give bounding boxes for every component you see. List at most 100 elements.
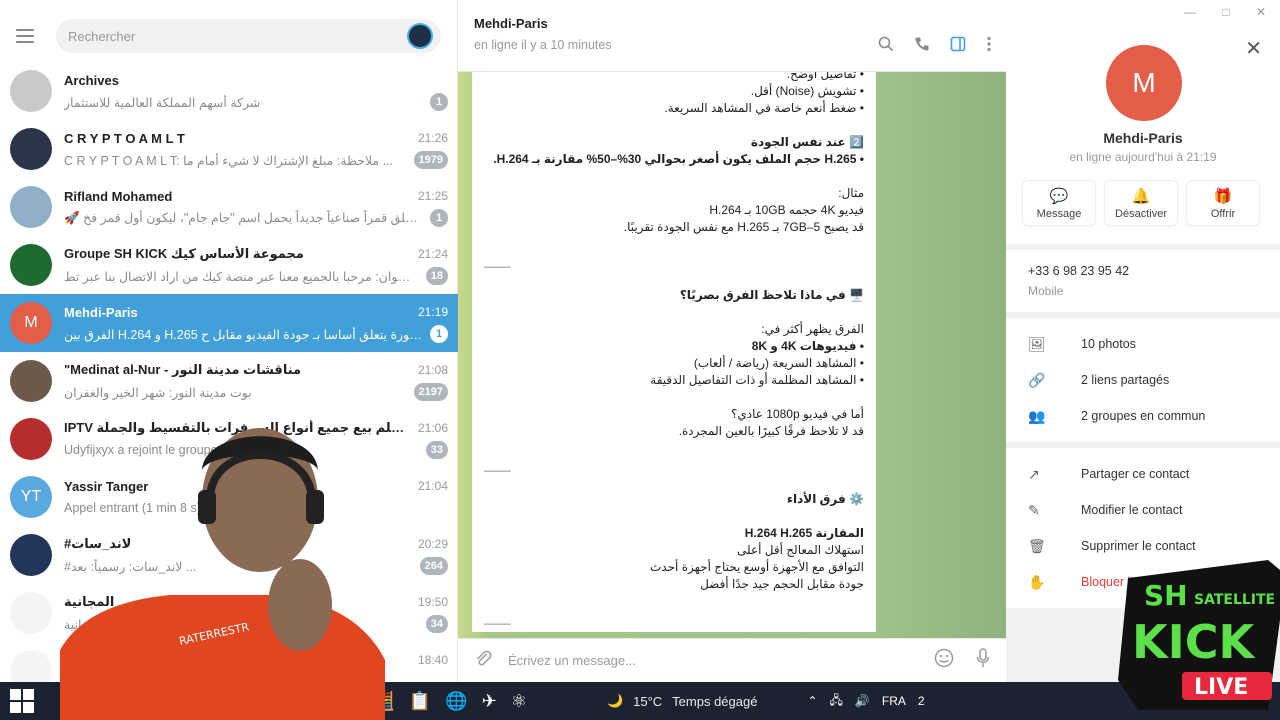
message-line: أما في فيديو 1080p عادي؟	[731, 407, 864, 421]
close-icon[interactable]: ✕	[1245, 36, 1262, 61]
app-icon-2[interactable]: 📋	[409, 691, 431, 712]
chat-preview: رضوان: مرحبا بالجميع معنا عبر منصة كيك م…	[64, 269, 420, 284]
more-options-icon[interactable]	[986, 36, 992, 57]
windows-start-icon[interactable]	[10, 689, 34, 713]
emoji-icon[interactable]	[934, 648, 954, 673]
message-line: الفرق يظهر أكثر في:	[761, 322, 864, 336]
message-input[interactable]	[508, 653, 934, 668]
profile-row[interactable]: ↗ Partager ce contact	[1006, 456, 1280, 492]
profile-action-dsactiver[interactable]: 🔔 Désactiver	[1104, 180, 1178, 226]
search-input[interactable]	[68, 28, 407, 44]
chat-preview: بوت مدينة النور: شهر الخير والغفران	[64, 385, 252, 400]
chat-top: Mehdi-Paris 21:19	[64, 301, 448, 323]
chrome-icon[interactable]: 🌐	[445, 691, 467, 712]
chat-item[interactable]: IPTV نعلم وتتعلم بيع جميع أنواع السرفرات…	[0, 410, 458, 468]
attach-icon[interactable]	[474, 649, 492, 672]
obs-icon[interactable]: ⏺	[283, 691, 292, 712]
chat-item[interactable]: Groupe SH KICK مجموعة الأساس كيك 21:24 ر…	[0, 236, 458, 294]
row-label: Partager ce contact	[1081, 467, 1190, 481]
chat-item[interactable]: M Mehdi-Paris 21:19 الفرق بين H.264 و H.…	[0, 294, 458, 352]
phone-icon[interactable]	[914, 36, 930, 57]
row-label: Supprimer le contact	[1081, 539, 1196, 553]
temperature: 15°C	[633, 693, 663, 709]
chat-bottom: C R Y P T O A M L T: ملاحظة: مبلغ الإشتر…	[64, 149, 448, 171]
message-line: • المشاهد المظلمة أو ذات التفاصيل الدقيق…	[650, 373, 864, 387]
app-icon-3[interactable]: ⚛	[511, 691, 527, 712]
profile-row[interactable]: ✎ Modifier le contact	[1006, 492, 1280, 528]
chat-top: #لاند_سات 20:29	[64, 533, 448, 555]
volume-icon[interactable]: 🔊	[855, 694, 870, 708]
telegram-icon[interactable]: ✈	[482, 691, 497, 712]
chat-avatar	[10, 360, 52, 402]
chat-avatar	[10, 128, 52, 170]
chat-item[interactable]: المجانية 19:50 سيرفرات المجانية 34	[0, 584, 458, 642]
message-line: 2️⃣ عند نفس الجودة	[750, 135, 864, 149]
header-actions	[878, 36, 992, 57]
chat-item[interactable]: Archives شركة أسهم المملكة العالمية للاس…	[0, 62, 458, 120]
weather-text: Temps dégagé	[672, 693, 758, 709]
chat-list: Archives شركة أسهم المملكة العالمية للاس…	[0, 62, 458, 700]
calculator-icon[interactable]: 🧮	[372, 691, 394, 712]
weather-widget[interactable]: 🌙 15°C Temps dégagé	[607, 693, 758, 709]
row-icon: 🖼	[1028, 335, 1046, 352]
camera-icon[interactable]: ◉	[306, 691, 322, 712]
profile-row[interactable]: 🔗 2 liens partagés	[1006, 362, 1280, 398]
profile-row[interactable]: 👥 2 groupes en commun	[1006, 398, 1280, 434]
chat-bottom: سيرفرات المجانية 34	[64, 613, 448, 635]
chat-preview: #لاند_سات: رسمياً: بعد ...	[64, 559, 197, 574]
chat-top: Groupe SH KICK مجموعة الأساس كيك 21:24	[64, 243, 448, 265]
row-icon: 👥	[1028, 407, 1046, 424]
action-icon: 🔔	[1131, 187, 1151, 205]
chat-avatar	[10, 244, 52, 286]
microphone-icon[interactable]	[976, 648, 990, 673]
message-separator: ____	[484, 254, 511, 268]
minimize-button[interactable]: —	[1184, 5, 1196, 19]
action-label: Message	[1036, 207, 1082, 220]
chat-bottom: بوت مدينة النور: شهر الخير والغفران 2197	[64, 381, 448, 403]
chat-name: المجانية	[64, 594, 115, 609]
chat-item[interactable]: YT Yassir Tanger 21:04 Appel entrant (1 …	[0, 468, 458, 526]
action-label: Désactiver	[1115, 207, 1167, 220]
file-explorer-icon[interactable]: 🗂	[246, 691, 269, 712]
profile-avatar[interactable]: M	[1106, 45, 1182, 121]
row-label: Bloquer l'ut	[1081, 575, 1144, 589]
profile-row[interactable]: 🖼 10 photos	[1006, 326, 1280, 362]
profile-actions: 💬 Message 🔔 Désactiver 🎁 Offrir	[1022, 180, 1260, 226]
chat-bottom: شركة أسهم المملكة العالمية للاستثمار 1	[64, 91, 448, 113]
chat-name: Archives	[64, 72, 119, 88]
chat-avatar: YT	[10, 476, 52, 518]
language-indicator[interactable]: FRA	[882, 694, 906, 708]
phone-block[interactable]: +33 6 98 23 95 42 Mobile	[1006, 258, 1280, 304]
close-window-button[interactable]: ✕	[1256, 5, 1266, 19]
chat-preview: Appel entrant (1 min 8 s)	[64, 501, 201, 515]
chat-avatar	[10, 70, 52, 112]
search-icon[interactable]	[878, 36, 894, 57]
maximize-button[interactable]: □	[1222, 5, 1229, 19]
chat-item[interactable]: Rifland Mohamed 21:25 🚀 إيران تُطلق قمرا…	[0, 178, 458, 236]
chat-bottom: Udyfijxyx a rejoint le groupe 33	[64, 439, 448, 461]
chevron-up-icon[interactable]: ⌃	[807, 694, 817, 708]
message-separator: ____	[484, 458, 511, 472]
sidebar-toggle-icon[interactable]	[950, 36, 966, 57]
unread-badge: 1	[430, 209, 448, 227]
message-line: • المشاهد السريعة (رياضة / ألعاب)	[693, 356, 864, 370]
chat-preview: 🚀 إيران تُطلق قمراً صناعياً جديداً يحمل …	[64, 211, 424, 225]
network-icon[interactable]: 🖧	[830, 691, 843, 712]
clock[interactable]: 2	[918, 694, 925, 708]
chat-time: 21:24	[417, 247, 448, 261]
chat-item[interactable]: "Medinat al-Nur - مناقشات مدينة النور 21…	[0, 352, 458, 410]
message-bubble[interactable]: • تفاصيل أوضح. • تشويش (Noise) أقل. • ضغط …	[472, 72, 876, 632]
stories-icon[interactable]	[407, 23, 433, 49]
menu-icon[interactable]	[16, 29, 34, 43]
chat-item[interactable]: #لاند_سات 20:29 #لاند_سات: رسمياً: بعد .…	[0, 526, 458, 584]
app-icon[interactable]: 🖥	[336, 691, 359, 712]
chat-header[interactable]: Mehdi-Paris en ligne il y a 10 minutes	[458, 0, 1006, 72]
row-label: 2 liens partagés	[1081, 373, 1170, 387]
profile-action-message[interactable]: 💬 Message	[1022, 180, 1096, 226]
unread-badge: 264	[419, 557, 448, 575]
chat-item[interactable]: C R Y P T O A M L T 21:26 C R Y P T O A …	[0, 120, 458, 178]
profile-action-offrir[interactable]: 🎁 Offrir	[1186, 180, 1260, 226]
profile-row[interactable]: ✋ Bloquer l'ut	[1006, 564, 1280, 600]
action-icon: 🎁	[1213, 187, 1233, 205]
profile-row[interactable]: 🗑 Supprimer le contact	[1006, 528, 1280, 564]
